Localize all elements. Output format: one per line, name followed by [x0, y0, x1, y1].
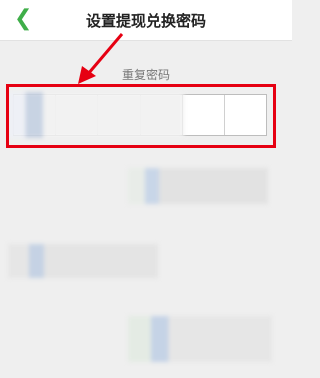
- blurred-keypad-region: [128, 168, 268, 204]
- blurred-keypad-region: [128, 316, 272, 362]
- arrow-line: [86, 33, 124, 75]
- blurred-keypad-region: [8, 244, 158, 278]
